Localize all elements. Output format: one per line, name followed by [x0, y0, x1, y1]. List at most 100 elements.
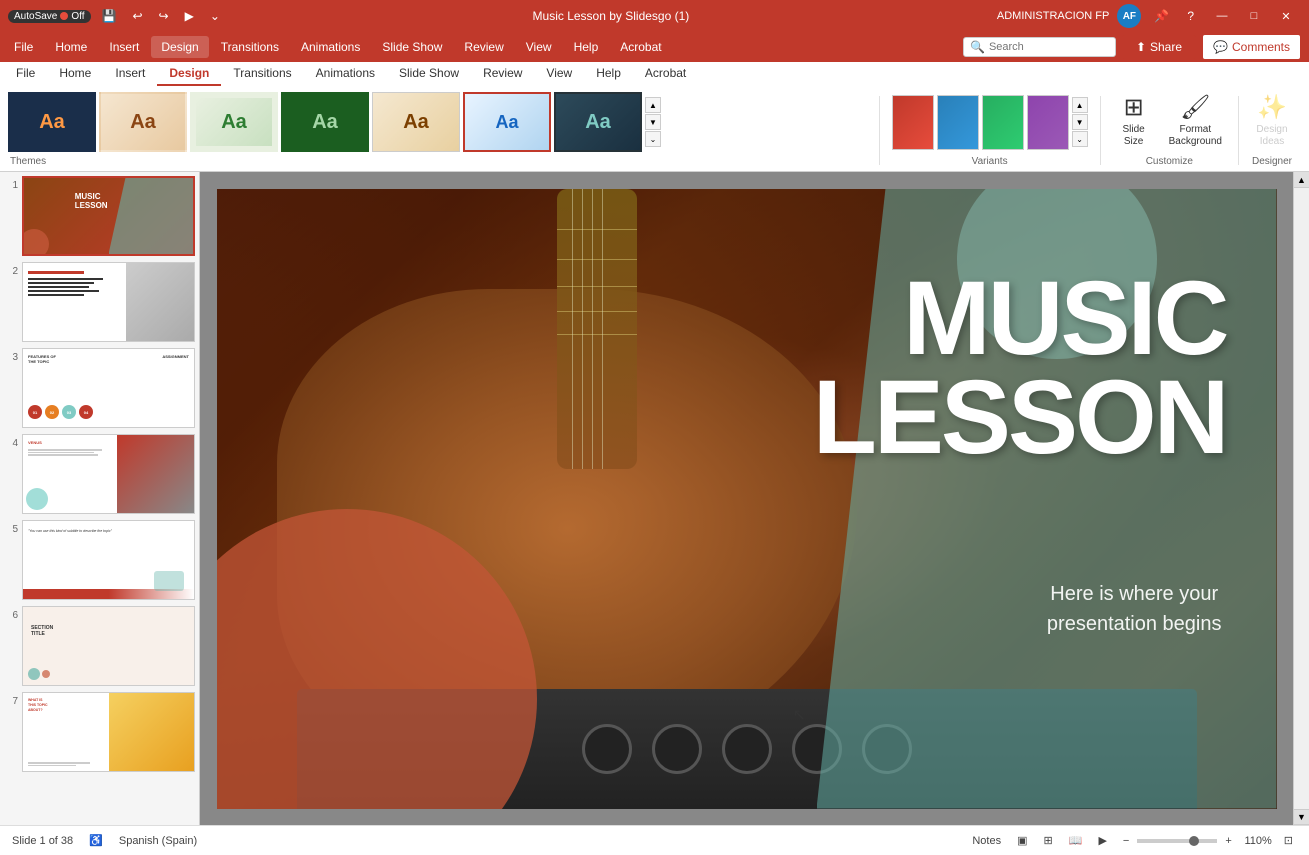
variant-3[interactable] [982, 95, 1024, 150]
theme-6[interactable]: Aa [554, 92, 642, 152]
slide-thumb-5[interactable]: "You can use this kind of subtitle to de… [22, 520, 195, 600]
window-controls: — □ ✕ [1207, 6, 1301, 26]
notes-button[interactable]: Notes [968, 833, 1005, 849]
autosave-label: AutoSave [14, 11, 57, 22]
menu-item-acrobat[interactable]: Acrobat [610, 36, 671, 58]
menu-item-design[interactable]: Design [151, 36, 208, 58]
variants-scroll-more[interactable]: ⌄ [1072, 131, 1088, 147]
ribbon-pin-button[interactable]: 📌 [1149, 7, 1174, 25]
slide-item-7[interactable]: 7 WHAT ISTHIS TOPICABOUT? [4, 692, 195, 772]
theme-0[interactable]: Aa [8, 92, 96, 152]
right-scrollbar[interactable]: ▲ ▼ [1293, 172, 1309, 825]
slide-title-lesson: LESSON [813, 368, 1227, 468]
slide-size-button[interactable]: ⊞ Slide Size [1109, 92, 1159, 152]
menu-item-animations[interactable]: Animations [291, 36, 370, 58]
format-background-button[interactable]: 🖌 Format Background [1161, 92, 1230, 152]
more-tools-button[interactable]: ⌄ [205, 7, 225, 25]
tab-design[interactable]: Design [157, 62, 221, 86]
search-input[interactable] [989, 41, 1109, 53]
slide-panel[interactable]: 1 MUSICLESSON 2 [0, 172, 200, 825]
slide-number-4: 4 [4, 434, 18, 449]
statusbar-right: Notes ▣ ⊞ 📖 ▶ − + 110% ⊡ [968, 832, 1297, 849]
zoom-slider[interactable] [1137, 839, 1217, 843]
menu-item-slide-show[interactable]: Slide Show [372, 36, 452, 58]
slide-thumb-1[interactable]: MUSICLESSON [22, 176, 195, 256]
slide-item-3[interactable]: 3 FEATURES OFTHE TOPIC ASSIGNMENT 01 02 … [4, 348, 195, 428]
tab-view[interactable]: View [534, 62, 584, 86]
search-box[interactable]: 🔍 [963, 37, 1116, 57]
theme-1[interactable]: Aa [99, 92, 187, 152]
menu-item-view[interactable]: View [516, 36, 562, 58]
variants-scroll-down[interactable]: ▼ [1072, 114, 1088, 130]
tab-file[interactable]: File [4, 62, 47, 86]
design-ideas-button[interactable]: ✨ Design Ideas [1247, 92, 1297, 152]
user-avatar[interactable]: AF [1117, 4, 1141, 28]
accessibility-button[interactable]: ♿ [85, 832, 107, 849]
slide-thumb-4[interactable]: VENUS [22, 434, 195, 514]
present-button[interactable]: ▶ [180, 7, 199, 25]
themes-group: Aa Aa Aa [8, 90, 875, 171]
theme-4[interactable]: Aa [372, 92, 460, 152]
scroll-up-arrow[interactable]: ▲ [1294, 172, 1309, 188]
fit-slide-button[interactable]: ⊡ [1280, 832, 1297, 849]
tab-slide-show[interactable]: Slide Show [387, 62, 471, 86]
save-button[interactable]: 💾 [97, 7, 122, 25]
variant-4[interactable] [1027, 95, 1069, 150]
design-ideas-label: Design Ideas [1256, 124, 1287, 148]
scroll-down-arrow[interactable]: ▼ [1294, 809, 1309, 825]
view-normal-button[interactable]: ▣ [1013, 832, 1031, 849]
slide-item-5[interactable]: 5 "You can use this kind of subtitle to … [4, 520, 195, 600]
tab-insert[interactable]: Insert [103, 62, 157, 86]
themes-scroll-down[interactable]: ▼ [645, 114, 661, 130]
tab-animations[interactable]: Animations [304, 62, 387, 86]
slide-thumb-6[interactable]: SECTIONTITLE [22, 606, 195, 686]
variant-1[interactable] [892, 95, 934, 150]
menu-item-help[interactable]: Help [564, 36, 609, 58]
themes-scroll-more[interactable]: ⌄ [645, 131, 661, 147]
undo-button[interactable]: ↩ [127, 7, 147, 25]
slide-thumb-7[interactable]: WHAT ISTHIS TOPICABOUT? [22, 692, 195, 772]
menu-item-file[interactable]: File [4, 36, 43, 58]
theme-2[interactable]: Aa [190, 92, 278, 152]
menu-item-home[interactable]: Home [45, 36, 97, 58]
menubar-right: 🔍 ⬆ Share 💬 Comments [955, 34, 1309, 60]
comments-button[interactable]: 💬 Comments [1202, 34, 1301, 60]
minimize-button[interactable]: — [1207, 6, 1237, 26]
tab-review[interactable]: Review [471, 62, 534, 86]
slide-item-1[interactable]: 1 MUSICLESSON [4, 176, 195, 256]
close-button[interactable]: ✕ [1271, 6, 1301, 26]
theme-5[interactable]: Aa [463, 92, 551, 152]
menu-item-transitions[interactable]: Transitions [211, 36, 289, 58]
slide-item-2[interactable]: 2 [4, 262, 195, 342]
theme-3[interactable]: Aa [281, 92, 369, 152]
zoom-out-button[interactable]: − [1119, 833, 1133, 849]
autosave-badge[interactable]: AutoSave Off [8, 10, 91, 23]
ribbon-tab-list: FileHomeInsertDesignTransitionsAnimation… [4, 62, 698, 86]
themes-scroll-up[interactable]: ▲ [645, 97, 661, 113]
tab-transitions[interactable]: Transitions [221, 62, 303, 86]
help-button[interactable]: ? [1182, 7, 1199, 25]
main-area: 1 MUSICLESSON 2 [0, 172, 1309, 825]
menu-item-insert[interactable]: Insert [99, 36, 149, 58]
redo-button[interactable]: ↪ [154, 7, 174, 25]
tab-help[interactable]: Help [584, 62, 633, 86]
view-reading-button[interactable]: 📖 [1065, 832, 1087, 849]
view-slide-sorter-button[interactable]: ⊞ [1040, 832, 1057, 849]
slide-thumb-2[interactable] [22, 262, 195, 342]
share-button[interactable]: ⬆ Share [1122, 35, 1196, 59]
menu-item-review[interactable]: Review [454, 36, 513, 58]
variants-scroll-up[interactable]: ▲ [1072, 97, 1088, 113]
variant-2[interactable] [937, 95, 979, 150]
zoom-thumb[interactable] [1189, 836, 1199, 846]
ribbon-content: Aa Aa Aa [0, 86, 1309, 171]
search-icon: 🔍 [970, 40, 985, 54]
slide-item-6[interactable]: 6 SECTIONTITLE [4, 606, 195, 686]
zoom-in-button[interactable]: + [1221, 833, 1235, 849]
maximize-button[interactable]: □ [1239, 6, 1269, 26]
slide-thumb-3[interactable]: FEATURES OFTHE TOPIC ASSIGNMENT 01 02 03… [22, 348, 195, 428]
slide-item-4[interactable]: 4 VENUS [4, 434, 195, 514]
themes-list: Aa Aa Aa [8, 90, 875, 154]
tab-acrobat[interactable]: Acrobat [633, 62, 698, 86]
tab-home[interactable]: Home [47, 62, 103, 86]
view-slideshow-button[interactable]: ▶ [1094, 832, 1110, 849]
